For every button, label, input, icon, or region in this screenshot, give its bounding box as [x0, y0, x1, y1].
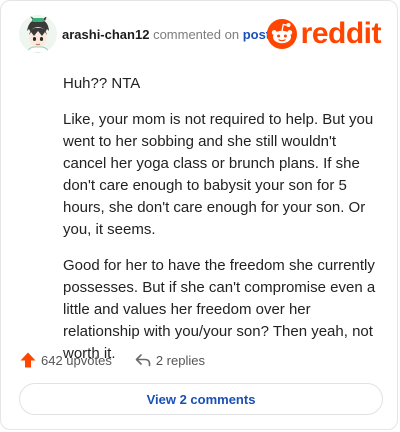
comment-card: arashi-chan12 commented on post reddit H… — [0, 0, 398, 430]
comment-actions: 642 upvotes 2 replies — [19, 349, 227, 371]
reddit-alien-icon — [266, 19, 297, 49]
reddit-logo[interactable]: reddit — [266, 17, 382, 50]
upvote-arrow-icon — [19, 351, 37, 369]
reply-arrow-icon — [134, 351, 152, 369]
username[interactable]: arashi-chan12 — [62, 27, 149, 42]
comment-paragraph: Like, your mom is not required to help. … — [63, 111, 374, 238]
commented-on-text: commented on — [153, 27, 240, 42]
replies-button[interactable]: 2 replies — [134, 351, 205, 369]
replies-count: 2 replies — [155, 352, 205, 368]
reddit-wordmark: reddit — [300, 17, 382, 50]
byline: arashi-chan12 commented on post — [62, 27, 270, 42]
avatar[interactable] — [19, 15, 57, 53]
comment-header: arashi-chan12 commented on post reddit — [19, 15, 382, 55]
comment-paragraph: Huh?? NTA — [63, 75, 141, 92]
comment-body: Huh?? NTA Like, your mom is not required… — [63, 73, 381, 379]
upvote-count: 642 upvotes — [41, 352, 112, 368]
view-comments-button[interactable]: View 2 comments — [19, 383, 383, 415]
upvote-button[interactable]: 642 upvotes — [19, 351, 112, 369]
anime-avatar-icon — [19, 15, 57, 53]
